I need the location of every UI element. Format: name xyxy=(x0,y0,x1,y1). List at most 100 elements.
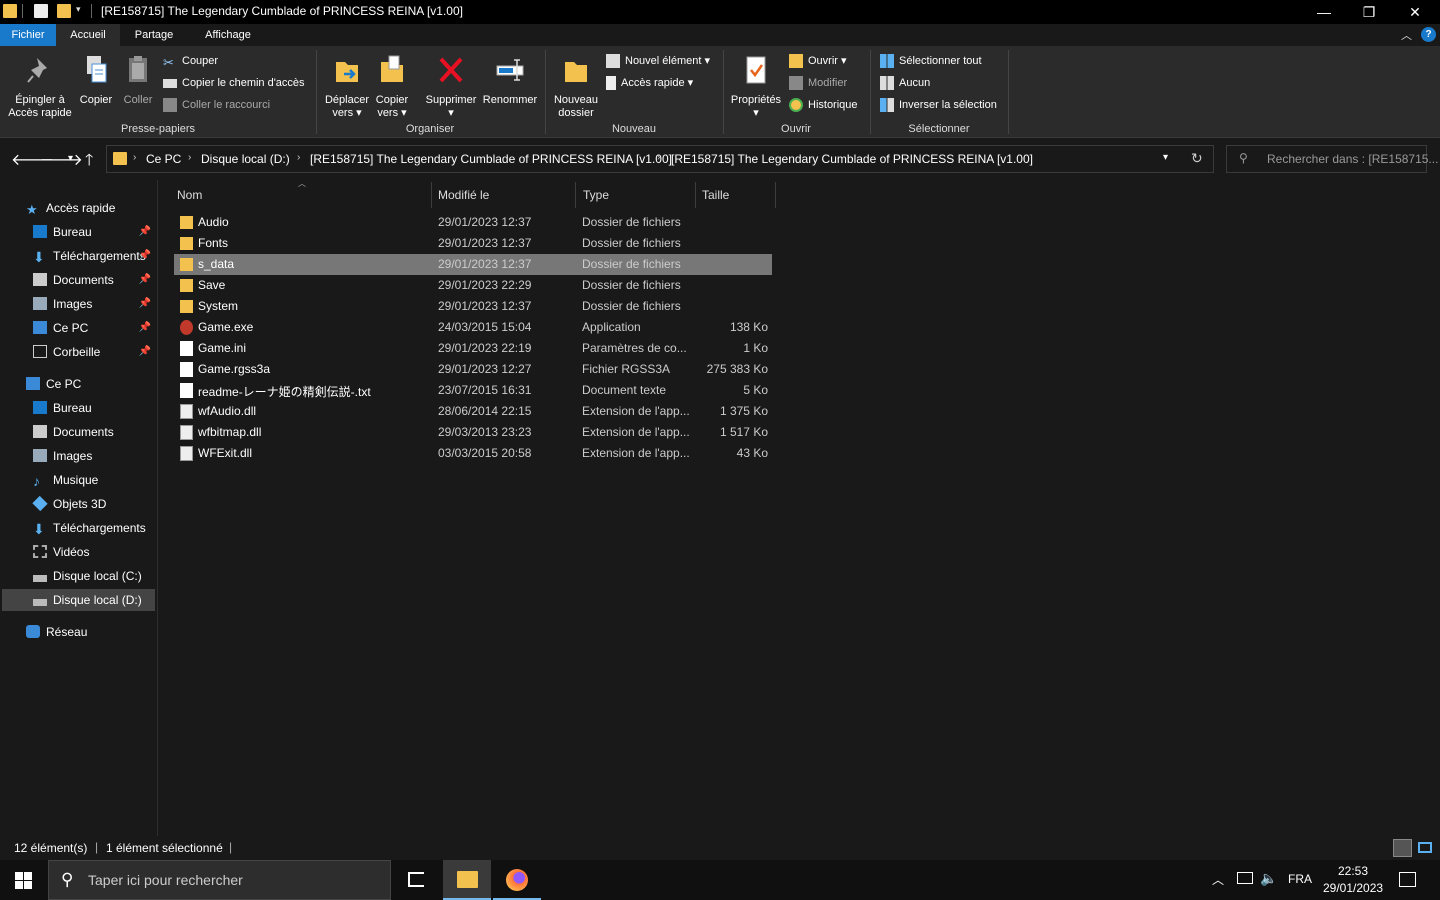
breadcrumb-game-folder[interactable]: [RE158715] The Legendary Cumblade of PRI… xyxy=(310,152,672,166)
taskbar-file-explorer[interactable] xyxy=(443,860,491,900)
up-arrow-icon[interactable]: 🡑 xyxy=(85,149,93,176)
chevron-right-icon[interactable]: › xyxy=(657,152,660,163)
breadcrumb-this-pc[interactable]: Ce PC xyxy=(146,152,181,166)
invert-selection-button[interactable]: Inverser la sélection xyxy=(880,96,997,114)
chevron-right-icon[interactable]: › xyxy=(188,152,191,163)
column-divider[interactable] xyxy=(775,182,776,208)
chevron-down-icon[interactable]: ▾ xyxy=(76,4,86,18)
properties-button[interactable]: Propriétés ▾ xyxy=(727,54,785,120)
select-none-button[interactable]: Aucun xyxy=(880,74,930,92)
table-row[interactable]: Audio 29/01/2023 12:37 Dossier de fichiers xyxy=(174,212,772,233)
sidebar-item-network[interactable]: Réseau xyxy=(26,621,87,643)
move-to-button[interactable]: Déplacer vers ▾ xyxy=(322,54,372,120)
sidebar-item-this-pc-pinned[interactable]: Ce PC 📌 xyxy=(33,317,155,339)
sidebar-item-music[interactable]: ♪ Musique xyxy=(33,469,98,491)
details-view-icon[interactable] xyxy=(1393,839,1412,857)
sidebar-item-recycle-bin[interactable]: Corbeille 📌 xyxy=(33,341,155,363)
collapse-ribbon-icon[interactable]: ︿ xyxy=(1401,27,1412,43)
new-item-button[interactable]: Nouvel élément ▾ xyxy=(606,52,710,70)
sidebar-item-pc-images[interactable]: Images xyxy=(33,445,92,467)
taskbar-firefox[interactable] xyxy=(493,860,541,900)
refresh-icon[interactable]: ↻ xyxy=(1191,150,1203,167)
paste-button[interactable]: Coller xyxy=(118,54,158,107)
sidebar-item-drive-c[interactable]: Disque local (C:) xyxy=(33,565,142,587)
table-row[interactable]: Game.ini 29/01/2023 22:19 Paramètres de co… xyxy=(174,338,772,359)
sidebar-item-pc-bureau[interactable]: Bureau xyxy=(33,397,92,419)
sidebar-item-bureau[interactable]: Bureau 📌 xyxy=(33,221,155,243)
table-row[interactable]: Save 29/01/2023 22:29 Dossier de fichiers xyxy=(174,275,772,296)
sidebar-item-downloads[interactable]: ⬇ Téléchargements 📌 xyxy=(33,245,155,267)
column-header-name[interactable]: Nom xyxy=(177,185,202,205)
clock-time[interactable]: 22:53 xyxy=(1338,864,1368,878)
column-header-size[interactable]: Taille xyxy=(702,185,729,205)
table-row[interactable]: readme-レーナ姫の精剣伝説-.txt 23/07/2015 16:31 Doc… xyxy=(174,380,772,401)
pin-icon[interactable]: 📌 xyxy=(139,269,151,291)
search-input[interactable]: ⚲ Rechercher dans : [RE158715... xyxy=(1226,145,1438,173)
pin-icon[interactable]: 📌 xyxy=(139,221,151,243)
paste-shortcut-button[interactable]: Coller le raccourci xyxy=(163,96,270,114)
table-row[interactable]: System 29/01/2023 12:37 Dossier de fichier… xyxy=(174,296,772,317)
sidebar-item-pc-documents[interactable]: Documents xyxy=(33,421,114,443)
table-row[interactable]: Fonts 29/01/2023 12:37 Dossier de fichiers xyxy=(174,233,772,254)
history-button[interactable]: Historique xyxy=(789,96,858,114)
breadcrumb-current-folder[interactable]: [RE158715] The Legendary Cumblade of PRI… xyxy=(671,152,1033,166)
language-indicator[interactable]: FRA xyxy=(1288,872,1312,886)
breadcrumb-drive-d[interactable]: Disque local (D:) xyxy=(201,152,290,166)
copy-button[interactable]: Copier xyxy=(76,54,116,107)
volume-icon[interactable]: 🔈 xyxy=(1260,870,1277,887)
chevron-up-icon[interactable]: ︿ xyxy=(1212,871,1224,888)
pin-icon[interactable]: 📌 xyxy=(139,245,151,267)
column-header-type[interactable]: Type xyxy=(583,185,609,205)
address-bar[interactable]: › Ce PC › Disque local (D:) › [RE158715]… xyxy=(106,145,1214,173)
table-row[interactable]: WFExit.dll 03/03/2015 20:58 Extension de l… xyxy=(174,443,772,464)
sidebar-item-videos[interactable]: Vidéos xyxy=(33,541,89,563)
sidebar-item-quick-access[interactable]: ★ Accès rapide xyxy=(26,197,156,219)
new-folder-quick-icon[interactable] xyxy=(57,4,71,18)
sidebar-item-3d-objects[interactable]: Objets 3D xyxy=(32,493,106,515)
notification-center-icon[interactable] xyxy=(1399,872,1416,887)
sidebar-item-documents[interactable]: Documents 📌 xyxy=(33,269,155,291)
chevron-right-icon[interactable]: › xyxy=(133,152,136,163)
windows-start-icon[interactable] xyxy=(15,872,32,889)
quick-access-button[interactable]: Accès rapide ▾ xyxy=(606,74,693,92)
table-row[interactable]: Game.rgss3a 29/01/2023 12:27 Fichier RGSS3… xyxy=(174,359,772,380)
tab-file[interactable]: Fichier xyxy=(0,24,56,46)
clock-date[interactable]: 29/01/2023 xyxy=(1323,881,1383,895)
tab-home[interactable]: Accueil xyxy=(56,24,120,46)
new-folder-button[interactable]: Nouveau dossier xyxy=(550,54,602,120)
pin-icon[interactable]: 📌 xyxy=(139,293,151,315)
open-button[interactable]: Ouvrir ▾ xyxy=(789,52,847,70)
modify-button[interactable]: Modifier xyxy=(789,74,847,92)
help-icon[interactable]: ? xyxy=(1421,27,1436,42)
table-row[interactable]: s_data 29/01/2023 12:37 Dossier de fichier… xyxy=(174,254,772,275)
copy-to-button[interactable]: Copier vers ▾ xyxy=(372,54,412,120)
sidebar-item-this-pc[interactable]: Ce PC xyxy=(26,373,156,395)
task-view-icon[interactable] xyxy=(408,872,424,887)
sidebar-item-pc-downloads[interactable]: ⬇ Téléchargements xyxy=(33,517,146,539)
sidebar-item-images[interactable]: Images 📌 xyxy=(33,293,155,315)
properties-quick-icon[interactable] xyxy=(34,4,48,18)
pin-icon[interactable]: 📌 xyxy=(139,317,151,339)
network-tray-icon[interactable] xyxy=(1237,872,1253,884)
column-divider[interactable] xyxy=(695,182,696,208)
pin-icon[interactable]: 📌 xyxy=(139,341,151,363)
pin-quick-access-button[interactable]: Épingler à Accès rapide xyxy=(4,54,76,120)
recent-locations-icon[interactable]: ▾ xyxy=(68,153,73,164)
table-row[interactable]: wfbitmap.dll 29/03/2013 23:23 Extension de… xyxy=(174,422,772,443)
table-row[interactable]: wfAudio.dll 28/06/2014 22:15 Extension de … xyxy=(174,401,772,422)
select-all-button[interactable]: Sélectionner tout xyxy=(880,52,982,70)
column-header-modified[interactable]: Modifié le xyxy=(438,185,489,205)
table-row[interactable]: Game.exe 24/03/2015 15:04 Application 138 K… xyxy=(174,317,772,338)
address-dropdown-icon[interactable]: ▾ xyxy=(1163,152,1168,163)
delete-button[interactable]: Supprimer ▾ xyxy=(422,54,480,120)
chevron-right-icon[interactable]: › xyxy=(297,152,300,163)
taskbar-search-box[interactable]: ⚲ Taper ici pour rechercher xyxy=(48,860,391,900)
cut-button[interactable]: ✂ Couper xyxy=(163,52,218,70)
tab-share[interactable]: Partage xyxy=(120,24,188,46)
maximize-button[interactable]: ❐ xyxy=(1346,0,1392,24)
rename-button[interactable]: Renommer xyxy=(480,54,540,107)
tab-view[interactable]: Affichage xyxy=(188,24,268,46)
minimize-button[interactable]: — xyxy=(1301,0,1347,24)
sidebar-item-drive-d[interactable]: Disque local (D:) xyxy=(2,589,155,611)
large-icons-view-icon[interactable] xyxy=(1418,842,1432,853)
